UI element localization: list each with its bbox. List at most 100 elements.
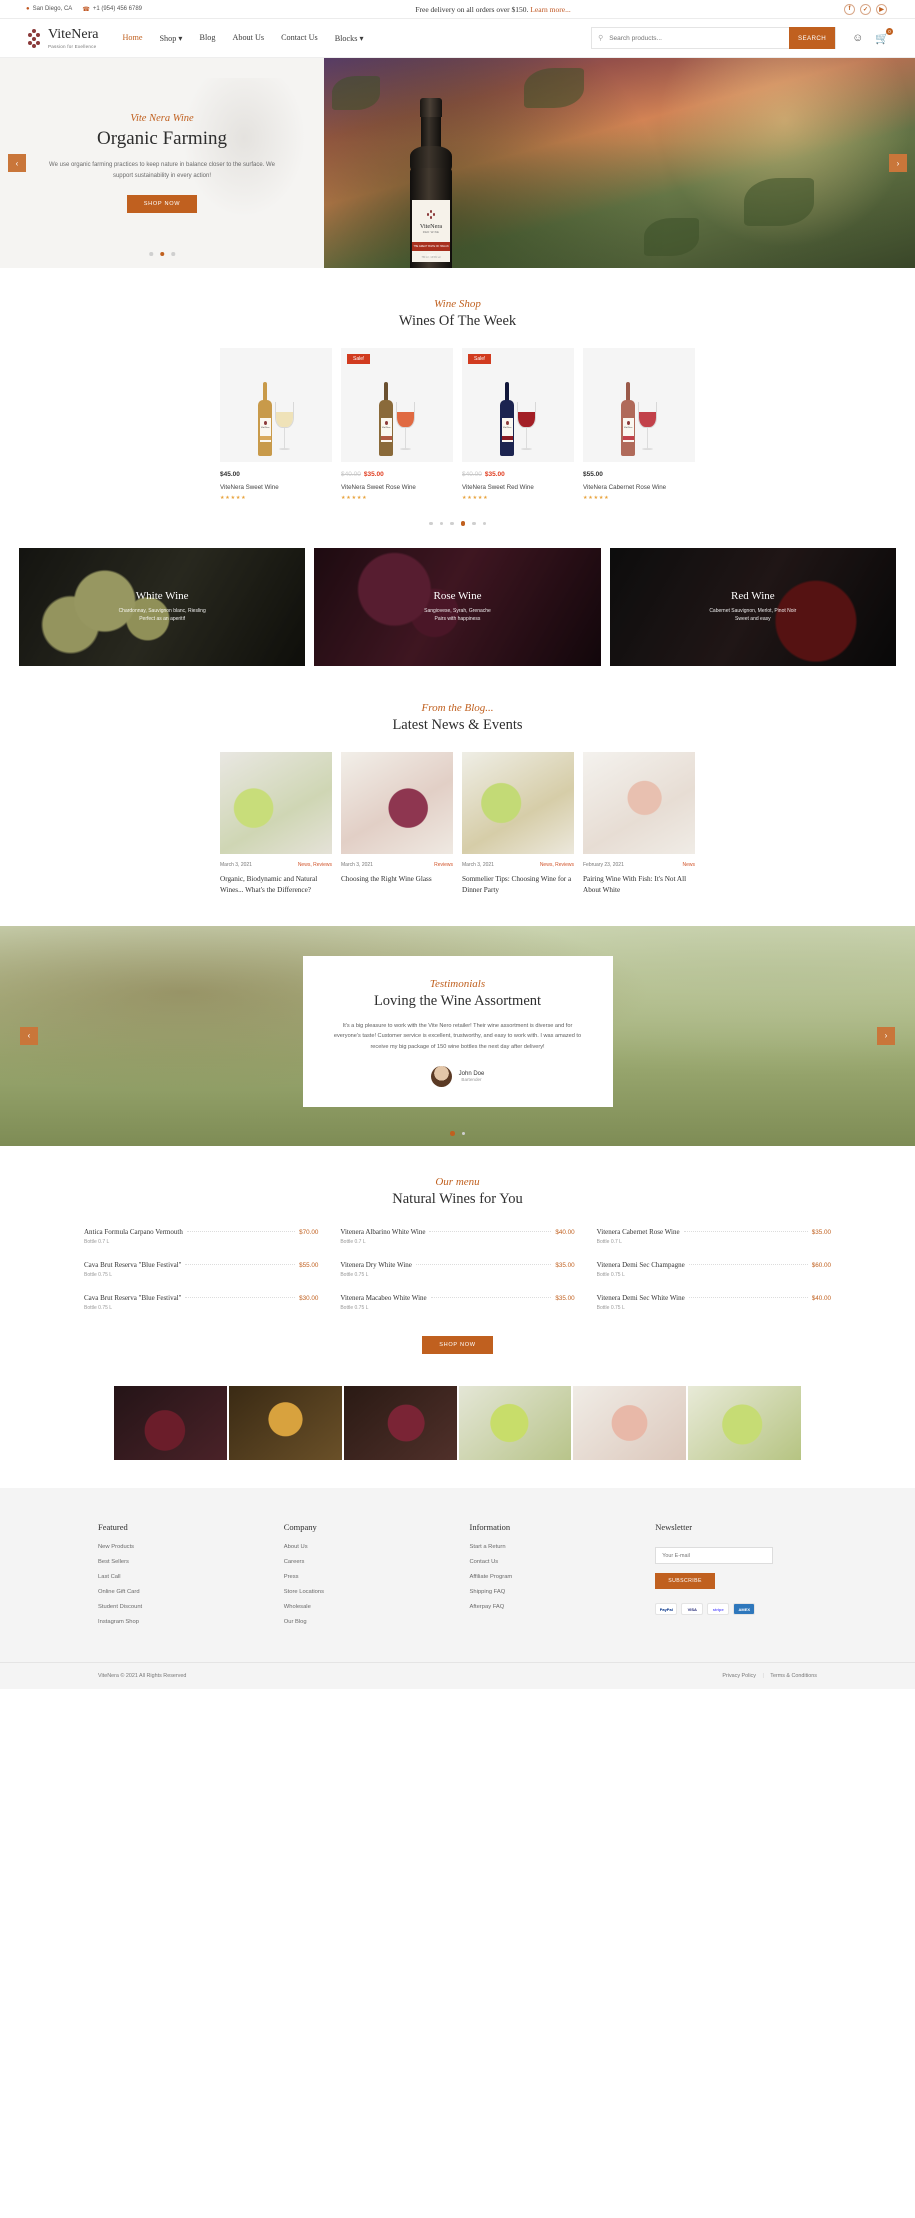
hero-dot-2[interactable] — [159, 251, 165, 256]
product-title: ViteNera Sweet Rose Wine — [341, 484, 416, 491]
blog-post-title[interactable]: Pairing Wine With Fish: It's Not All Abo… — [583, 874, 695, 896]
hero-next-arrow[interactable]: › — [889, 154, 907, 172]
footer-link[interactable]: Last Call — [98, 1574, 260, 1580]
footer-link[interactable]: Store Locations — [284, 1589, 446, 1595]
privacy-policy-link[interactable]: Privacy Policy — [722, 1673, 756, 1679]
menu-item[interactable]: Vitenera Macabeo White Wine $35.00 Bottle… — [340, 1294, 574, 1311]
blog-post-title[interactable]: Organic, Biodynamic and Natural Wines...… — [220, 874, 332, 896]
footer-link[interactable]: Student Discount — [98, 1604, 260, 1610]
menu-grid: Antica Formula Carpano Vermouth $70.00 Bo… — [0, 1228, 915, 1327]
product-dot-1[interactable] — [429, 521, 433, 525]
footer-link[interactable]: Affiliate Program — [470, 1574, 632, 1580]
search-input[interactable] — [609, 34, 790, 42]
menu-item[interactable]: Cava Brut Reserva "Blue Festival" $30.00 … — [84, 1294, 318, 1311]
footer-heading: Information — [469, 1521, 511, 1532]
testimonial-dot-1[interactable] — [450, 1131, 455, 1136]
product-image: ViteNera — [220, 348, 332, 462]
menu-item-sub: Bottle 0.75 L — [84, 1304, 113, 1311]
menu-item[interactable]: Vitenera Cabernet Rose Wine $35.00 Bottle… — [597, 1228, 831, 1245]
product-dot-2[interactable] — [439, 521, 443, 525]
testimonial-next-arrow[interactable]: › — [877, 1026, 895, 1045]
product-dot-4[interactable] — [460, 521, 465, 526]
menu-shop-now-button[interactable]: SHOP NOW — [422, 1335, 493, 1354]
hero-prev-arrow[interactable]: ‹ — [8, 154, 26, 172]
menu-item[interactable]: Cava Brut Reserva "Blue Festival" $55.00 … — [84, 1261, 318, 1278]
nav-item-blocks[interactable]: Blocks ▾ — [335, 33, 364, 43]
logo[interactable]: ViteNera Passion for Exellence — [26, 27, 98, 49]
terms-conditions-link[interactable]: Terms & Conditions — [770, 1673, 817, 1679]
hero-shop-now-button[interactable]: SHOP NOW — [126, 195, 198, 213]
category-card-white-wine[interactable]: White Wine Chardonnay, Sauvignon blanc, … — [19, 547, 306, 666]
nav-item-home[interactable]: Home — [122, 33, 142, 43]
blog-categories[interactable]: Reviews — [434, 862, 453, 868]
newsletter-email-input[interactable] — [655, 1547, 774, 1565]
youtube-icon[interactable]: ▶ — [876, 3, 887, 15]
menu-item-name: Vitenera Dry White Wine — [340, 1260, 412, 1269]
footer-link[interactable]: Our Blog — [284, 1619, 446, 1625]
menu-item[interactable]: Vitenera Albarino White Wine $40.00 Bottl… — [340, 1228, 574, 1245]
twitter-icon[interactable]: ✓ — [860, 3, 871, 15]
gallery-image[interactable] — [228, 1385, 342, 1460]
footer-link[interactable]: Wholesale — [284, 1604, 446, 1610]
product-dot-3[interactable] — [450, 521, 454, 525]
footer-link[interactable]: Press — [284, 1574, 446, 1580]
blog-post-title[interactable]: Choosing the Right Wine Glass — [341, 874, 453, 885]
facebook-icon[interactable]: f — [844, 3, 855, 15]
blog-categories[interactable]: News — [682, 862, 695, 868]
search-button[interactable]: SEARCH — [789, 27, 836, 49]
promo-learn-more-link[interactable]: Learn more... — [530, 5, 570, 14]
nav-item-blog[interactable]: Blog — [200, 33, 216, 43]
gallery-image[interactable] — [458, 1385, 572, 1460]
footer-link[interactable]: Start a Return — [470, 1544, 632, 1550]
footer-link[interactable]: Online Gift Card — [98, 1589, 260, 1595]
footer-link[interactable]: Afterpay FAQ — [470, 1604, 632, 1610]
menu-item[interactable]: Vitenera Demi Sec Champagne $60.00 Bottle… — [597, 1261, 831, 1278]
product-old-price: $40.00 — [462, 471, 482, 478]
phone-item[interactable]: ☎ +1 (954) 456 6789 — [82, 6, 142, 13]
category-card-rose-wine[interactable]: Rose Wine Sangiovese, Syrah, Grenache Pa… — [314, 547, 601, 666]
footer-link[interactable]: New Products — [98, 1544, 260, 1550]
newsletter-subscribe-button[interactable]: SUBSCRIBE — [655, 1573, 715, 1590]
hero-dot-1[interactable] — [149, 252, 153, 256]
nav-item-contact-us[interactable]: Contact Us — [281, 33, 318, 43]
nav-item-shop[interactable]: Shop ▾ — [159, 33, 182, 43]
footer-link[interactable]: Careers — [284, 1559, 446, 1565]
gallery-image[interactable] — [114, 1385, 227, 1460]
footer-link[interactable]: Shipping FAQ — [470, 1589, 632, 1595]
hero-image: ViteNera RED WINE THE GREAT TASTE OF ITA… — [324, 58, 915, 268]
product-dot-5[interactable] — [472, 521, 476, 525]
blog-categories[interactable]: News, Reviews — [298, 862, 332, 868]
gallery-image[interactable] — [573, 1385, 687, 1460]
testimonial-dot-2[interactable] — [461, 1131, 465, 1136]
blog-categories[interactable]: News, Reviews — [540, 862, 574, 868]
product-dot-6[interactable] — [482, 521, 486, 525]
blog-card[interactable]: February 23, 2021 News Pairing Wine With… — [583, 751, 695, 896]
menu-item[interactable]: Vitenera Demi Sec White Wine $40.00 Bottl… — [597, 1294, 831, 1311]
hero-dot-3[interactable] — [171, 252, 175, 256]
footer-link[interactable]: About Us — [284, 1544, 446, 1550]
gallery-image[interactable] — [343, 1385, 457, 1460]
footer-link[interactable]: Instagram Shop — [98, 1619, 260, 1625]
product-card[interactable]: ViteNera $45.00 ViteNera Sweet Wine ★★★★… — [220, 348, 332, 501]
nav-item-about-us[interactable]: About Us — [232, 33, 264, 43]
menu-column: Vitenera Cabernet Rose Wine $35.00 Bottle… — [597, 1228, 831, 1327]
category-card-red-wine[interactable]: Red Wine Cabernet Sauvignon, Merlot, Pin… — [609, 547, 896, 666]
menu-item[interactable]: Antica Formula Carpano Vermouth $70.00 Bo… — [84, 1228, 318, 1245]
avatar — [430, 1065, 452, 1087]
amex-icon: AMEX — [733, 1603, 756, 1616]
testimonial-prev-arrow[interactable]: ‹ — [20, 1026, 38, 1045]
product-card[interactable]: Sale! ViteNera $40.00 $35.00 ViteNera Swe… — [341, 348, 453, 501]
blog-card[interactable]: March 3, 2021 News, Reviews Organic, Bio… — [220, 751, 332, 896]
footer-link[interactable]: Contact Us — [470, 1559, 632, 1565]
account-icon[interactable]: ☺ — [852, 32, 863, 44]
blog-card[interactable]: March 3, 2021 News, Reviews Sommelier Ti… — [462, 751, 574, 896]
footer-link[interactable]: Best Sellers — [98, 1559, 260, 1565]
cart-icon[interactable]: 🛒 0 — [875, 27, 893, 45]
menu-item-price: $35.00 — [555, 1294, 575, 1302]
blog-post-title[interactable]: Sommelier Tips: Choosing Wine for a Dinn… — [462, 874, 574, 896]
blog-card[interactable]: March 3, 2021 Reviews Choosing the Right… — [341, 751, 453, 896]
product-card[interactable]: ViteNera $55.00 ViteNera Cabernet Rose W… — [583, 348, 695, 501]
menu-item[interactable]: Vitenera Dry White Wine $35.00 Bottle 0.7… — [340, 1261, 574, 1278]
product-card[interactable]: Sale! ViteNera $40.00 $35.00 ViteNera Swe… — [462, 348, 574, 501]
gallery-image[interactable] — [688, 1385, 801, 1460]
